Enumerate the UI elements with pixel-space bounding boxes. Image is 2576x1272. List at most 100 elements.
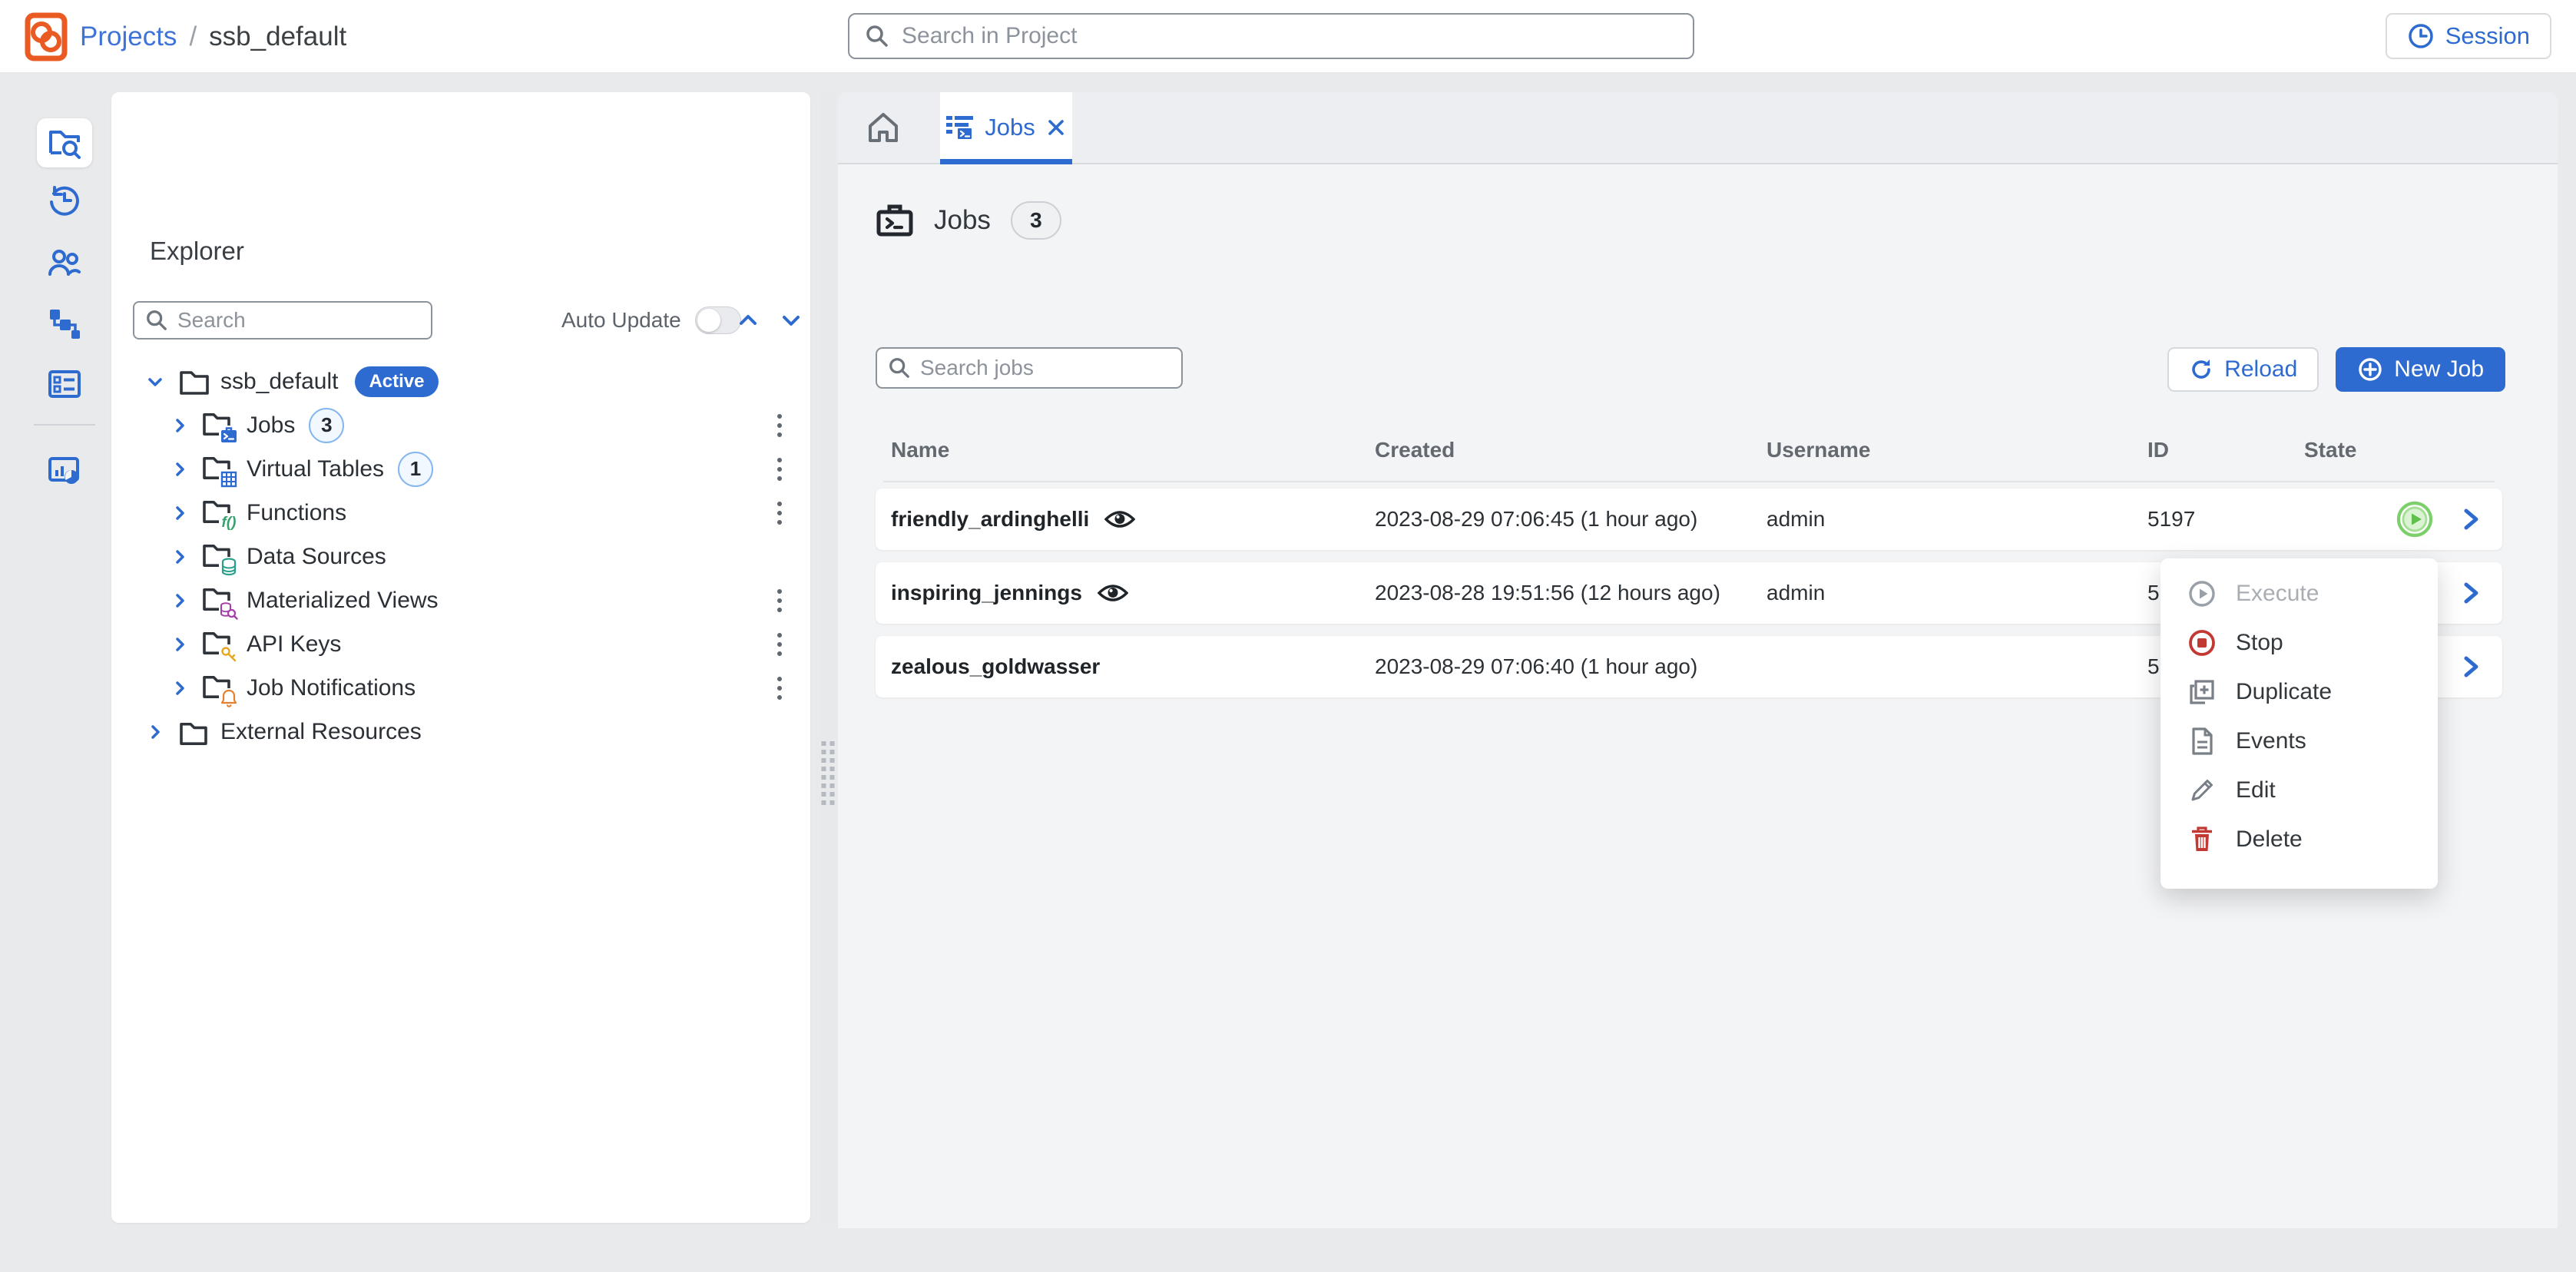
tree-item-external-resources[interactable]: External Resources [111, 710, 810, 754]
tree-item-functions[interactable]: f() Functions [111, 491, 810, 535]
expand-all-button[interactable] [778, 307, 804, 333]
tree-item-label: Materialized Views [247, 588, 439, 614]
rail-history-button[interactable] [37, 176, 92, 225]
auto-update-control: Auto Update [561, 301, 741, 340]
panel-splitter[interactable] [820, 92, 836, 1223]
eye-icon[interactable] [1104, 508, 1135, 530]
functions-folder-icon: f() [202, 496, 236, 530]
toggle-knob [697, 309, 720, 332]
chevron-right-icon[interactable] [170, 634, 190, 654]
breadcrumb: Projects / ssb_default [80, 0, 346, 74]
jobs-tab-icon [945, 112, 975, 143]
rail-monitoring-button[interactable] [37, 447, 92, 496]
running-state-icon[interactable] [2396, 501, 2433, 538]
chevron-right-icon[interactable] [170, 503, 190, 523]
new-job-button[interactable]: New Job [2336, 347, 2505, 392]
auto-update-toggle[interactable] [695, 306, 741, 334]
kebab-menu-icon[interactable] [766, 629, 793, 660]
tree-item-materialized-views[interactable]: Materialized Views [111, 578, 810, 622]
menu-item-delete[interactable]: Delete [2160, 815, 2438, 864]
search-icon [888, 356, 911, 379]
rail-flow-button[interactable] [37, 299, 92, 348]
menu-item-edit[interactable]: Edit [2160, 766, 2438, 815]
row-chevron-right-icon[interactable] [2459, 654, 2482, 680]
jobs-table-header: Name Created Username ID State [876, 427, 2502, 473]
job-context-menu: Execute Stop Duplicate Events Edit [2160, 558, 2438, 889]
tree-item-label: Functions [247, 500, 346, 526]
chevron-down-icon[interactable] [145, 372, 165, 392]
project-search-box[interactable] [848, 13, 1694, 59]
menu-item-stop[interactable]: Stop [2160, 618, 2438, 667]
virtual-tables-folder-icon [202, 452, 236, 486]
rail-forms-button[interactable] [37, 359, 92, 409]
duplicate-icon [2187, 677, 2217, 707]
kebab-menu-icon[interactable] [766, 673, 793, 704]
job-created: 2023-08-28 19:51:56 (12 hours ago) [1375, 581, 1766, 605]
chevron-right-icon[interactable] [145, 722, 165, 742]
tab-jobs[interactable]: Jobs [940, 92, 1072, 163]
tree-item-label: ssb_default [220, 369, 338, 395]
tab-jobs-label: Jobs [985, 114, 1035, 141]
rail-divider [34, 424, 95, 426]
rail-users-button[interactable] [37, 238, 92, 287]
menu-item-label: Execute [2236, 581, 2319, 607]
tab-home[interactable] [861, 92, 906, 163]
tree-item-label: Jobs [247, 412, 295, 439]
table-row[interactable]: friendly_ardinghelli 2023-08-29 07:06:45… [876, 489, 2502, 550]
users-icon [47, 245, 82, 280]
session-button-label: Session [2445, 22, 2530, 50]
row-chevron-right-icon[interactable] [2459, 506, 2482, 532]
job-id: 5197 [2147, 507, 2304, 532]
menu-item-label: Events [2236, 728, 2306, 754]
column-header-name: Name [891, 438, 1375, 462]
chevron-right-icon[interactable] [170, 547, 190, 567]
eye-icon[interactable] [1098, 582, 1128, 604]
project-tree: ssb_default Active Jobs 3 [111, 359, 810, 754]
collapse-all-button[interactable] [735, 307, 761, 333]
tree-item-data-sources[interactable]: Data Sources [111, 535, 810, 578]
trash-icon [2187, 824, 2217, 855]
job-name: inspiring_jennings [891, 581, 1082, 605]
close-icon[interactable] [1045, 116, 1068, 139]
job-username: admin [1766, 581, 2147, 605]
menu-item-label: Duplicate [2236, 679, 2332, 705]
chevron-right-icon[interactable] [170, 416, 190, 436]
jobs-title: Jobs [934, 205, 991, 236]
reload-button[interactable]: Reload [2167, 347, 2319, 392]
tree-item-virtual-tables[interactable]: Virtual Tables 1 [111, 447, 810, 491]
row-chevron-right-icon[interactable] [2459, 580, 2482, 606]
kebab-menu-icon[interactable] [766, 410, 793, 441]
breadcrumb-projects-link[interactable]: Projects [80, 22, 177, 52]
tree-item-api-keys[interactable]: API Keys [111, 622, 810, 666]
tree-item-jobs[interactable]: Jobs 3 [111, 403, 810, 447]
explorer-search-input[interactable] [177, 308, 455, 333]
tree-item-root[interactable]: ssb_default Active [111, 359, 810, 403]
explorer-search-box[interactable] [133, 301, 432, 340]
project-search-input[interactable] [902, 23, 1677, 49]
search-icon [865, 24, 889, 48]
kebab-menu-icon[interactable] [766, 585, 793, 616]
home-icon [866, 110, 901, 145]
rail-explorer-button[interactable] [37, 118, 92, 167]
history-icon [47, 183, 82, 218]
tree-item-job-notifications[interactable]: Job Notifications [111, 666, 810, 710]
kebab-menu-icon[interactable] [766, 454, 793, 485]
top-header: Projects / ssb_default Session [0, 0, 2576, 74]
job-name: zealous_goldwasser [891, 654, 1100, 679]
clock-icon [2407, 22, 2435, 50]
tree-item-label: Data Sources [247, 544, 386, 570]
chevron-right-icon[interactable] [170, 459, 190, 479]
explorer-panel: Explorer Auto Update [111, 92, 810, 1223]
jobs-search-box[interactable] [876, 347, 1183, 389]
job-created: 2023-08-29 07:06:40 (1 hour ago) [1375, 654, 1766, 679]
chevron-right-icon[interactable] [170, 678, 190, 698]
menu-item-duplicate[interactable]: Duplicate [2160, 667, 2438, 717]
jobs-search-input[interactable] [920, 356, 1197, 380]
app-logo-icon[interactable] [25, 12, 68, 61]
menu-item-events[interactable]: Events [2160, 717, 2438, 766]
session-button[interactable]: Session [2386, 13, 2551, 59]
tab-bar: Jobs [838, 92, 2558, 164]
kebab-menu-icon[interactable] [766, 498, 793, 528]
menu-item-execute[interactable]: Execute [2160, 569, 2438, 618]
chevron-right-icon[interactable] [170, 591, 190, 611]
